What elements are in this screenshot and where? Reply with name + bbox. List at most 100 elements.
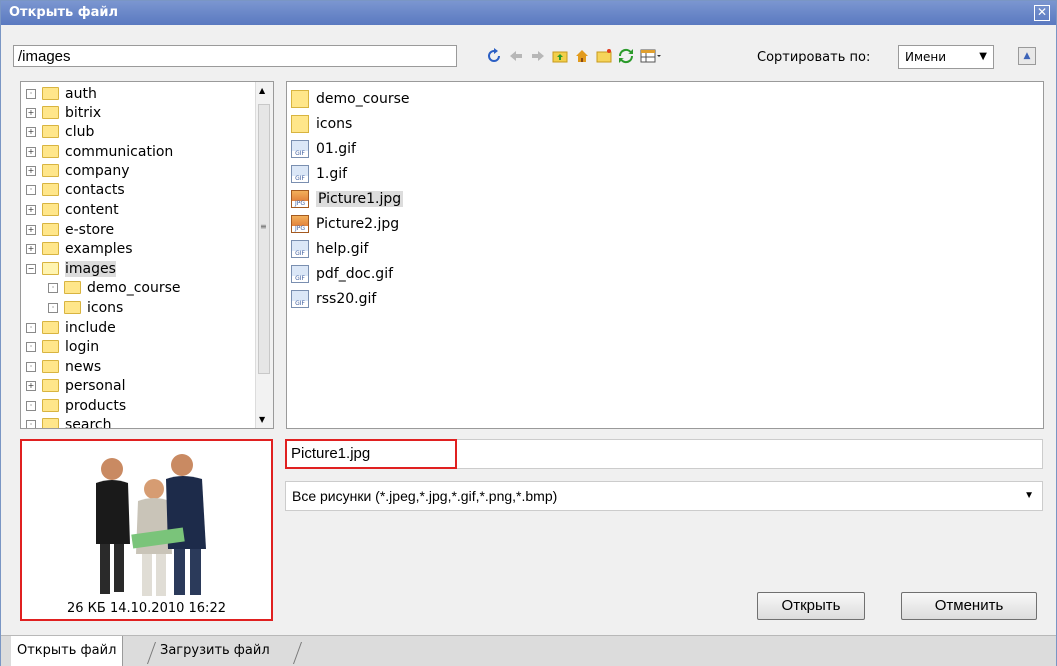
file-item-picture2-jpg[interactable]: JPG Picture2.jpg — [291, 213, 399, 235]
expand-icon[interactable]: + — [26, 204, 36, 215]
scroll-down-icon[interactable]: ▼ — [259, 415, 265, 424]
folder-icon — [42, 223, 59, 236]
file-item-picture1-jpg[interactable]: JPG Picture1.jpg — [291, 188, 404, 210]
image-preview: 26 КБ 14.10.2010 16:22 — [20, 439, 273, 621]
folder-icon — [42, 242, 59, 255]
expand-icon[interactable]: · — [26, 419, 36, 428]
home-icon[interactable] — [573, 47, 591, 65]
expand-icon[interactable]: · — [26, 361, 36, 372]
tree-item-contacts[interactable]: · contacts — [26, 180, 125, 199]
tree-item-communication[interactable]: + communication — [26, 142, 173, 161]
refresh-icon[interactable] — [485, 47, 503, 65]
expand-icon[interactable]: + — [26, 243, 36, 254]
folder-icon — [42, 106, 59, 119]
expand-icon[interactable]: + — [26, 224, 36, 235]
file-item-rss20-gif[interactable]: GIF rss20.gif — [291, 288, 376, 310]
tree-item-bitrix[interactable]: + bitrix — [26, 103, 101, 122]
tree-item-content[interactable]: + content — [26, 200, 119, 219]
folder-icon — [42, 379, 59, 392]
tree-scrollbar[interactable]: ▲ ≡ ▼ — [255, 82, 273, 428]
folder-icon — [64, 301, 81, 314]
folder-icon — [291, 90, 309, 108]
collapse-up-button[interactable]: ▲ — [1018, 47, 1036, 65]
collapse-icon[interactable]: − — [26, 263, 36, 274]
tree-item-login[interactable]: · login — [26, 337, 99, 356]
expand-icon[interactable]: + — [26, 107, 36, 118]
tree-item-examples[interactable]: + examples — [26, 239, 133, 258]
reload-icon[interactable] — [617, 47, 635, 65]
gif-file-icon: GIF — [291, 290, 309, 308]
view-mode-icon[interactable] — [639, 47, 663, 65]
open-button[interactable]: Открыть — [757, 592, 865, 620]
tree-item-e-store[interactable]: + e-store — [26, 220, 114, 239]
tree-item-products[interactable]: · products — [26, 396, 126, 415]
file-item-icons[interactable]: icons — [291, 113, 352, 135]
expand-icon[interactable]: · — [26, 322, 36, 333]
chevron-down-icon: ▼ — [1024, 490, 1034, 501]
expand-icon[interactable]: · — [26, 88, 36, 99]
tab-open-file[interactable]: Открыть файл — [11, 636, 124, 666]
expand-icon[interactable]: · — [26, 400, 36, 411]
folder-icon — [42, 87, 59, 100]
folder-icon — [42, 399, 59, 412]
jpg-file-icon: JPG — [291, 190, 309, 208]
back-icon[interactable] — [507, 47, 525, 65]
dialog-title: Открыть файл — [9, 5, 119, 20]
folder-tree: · auth + bitrix + club + communication + comp… — [20, 81, 274, 429]
tree-item-personal[interactable]: + personal — [26, 376, 125, 395]
gif-file-icon: GIF — [291, 165, 309, 183]
expand-icon[interactable]: · — [26, 184, 36, 195]
sort-select[interactable]: Имени ▼ — [898, 45, 994, 69]
tree-item-company[interactable]: + company — [26, 161, 130, 180]
expand-icon[interactable]: + — [26, 146, 36, 157]
file-type-value: Все рисунки (*.jpeg,*.jpg,*.gif,*.png,*.… — [292, 488, 558, 504]
gif-file-icon: GIF — [291, 240, 309, 258]
folder-icon — [42, 418, 59, 428]
filename-input[interactable]: Picture1.jpg — [285, 439, 457, 469]
folder-icon — [64, 281, 81, 294]
file-item-1-gif[interactable]: GIF 1.gif — [291, 163, 347, 185]
file-item-help-gif[interactable]: GIF help.gif — [291, 238, 368, 260]
folder-icon — [42, 321, 59, 334]
file-list: demo_course icons GIF 01.gif GIF 1.gif JPG… — [286, 81, 1044, 429]
gif-file-icon: GIF — [291, 140, 309, 158]
folder-icon — [42, 125, 59, 138]
expand-icon[interactable]: + — [26, 380, 36, 391]
dialog-tabs: Открыть файл Загрузить файл — [1, 635, 1056, 666]
folder-icon — [42, 183, 59, 196]
folder-icon — [291, 115, 309, 133]
folder-icon — [42, 145, 59, 158]
tab-divider — [292, 642, 303, 664]
folder-up-icon[interactable] — [551, 47, 569, 65]
path-input[interactable]: /images — [13, 45, 457, 67]
tree-item-auth[interactable]: · auth — [26, 84, 97, 103]
jpg-file-icon: JPG — [291, 215, 309, 233]
close-button[interactable]: ✕ — [1034, 5, 1050, 21]
file-item-pdf-doc-gif[interactable]: GIF pdf_doc.gif — [291, 263, 393, 285]
expand-icon[interactable]: · — [48, 282, 58, 293]
tree-item-include[interactable]: · include — [26, 318, 116, 337]
expand-icon[interactable]: · — [26, 341, 36, 352]
open-file-dialog: Открыть файл ✕ /images Сортировать по: И… — [0, 0, 1057, 666]
tree-item-images[interactable]: − images — [26, 259, 116, 278]
file-type-select[interactable]: Все рисунки (*.jpeg,*.jpg,*.gif,*.png,*.… — [285, 481, 1043, 511]
file-item-01-gif[interactable]: GIF 01.gif — [291, 138, 356, 160]
folder-icon — [42, 164, 59, 177]
cancel-button[interactable]: Отменить — [901, 592, 1037, 620]
tree-item-search[interactable]: · search — [26, 415, 112, 428]
scroll-up-icon[interactable]: ▲ — [259, 86, 265, 95]
tab-upload-file[interactable]: Загрузить файл — [154, 636, 276, 666]
tree-item-demo-course[interactable]: · demo_course — [48, 278, 181, 297]
tree-item-club[interactable]: + club — [26, 122, 94, 141]
chevron-down-icon: ▼ — [979, 51, 987, 62]
expand-icon[interactable]: + — [26, 126, 36, 137]
scroll-thumb[interactable] — [258, 104, 270, 374]
forward-icon[interactable] — [529, 47, 547, 65]
sort-label: Сортировать по: — [757, 50, 871, 65]
tree-item-icons[interactable]: · icons — [48, 298, 123, 317]
tree-item-news[interactable]: · news — [26, 357, 101, 376]
new-folder-icon[interactable] — [595, 47, 613, 65]
expand-icon[interactable]: · — [48, 302, 58, 313]
expand-icon[interactable]: + — [26, 165, 36, 176]
file-item-demo-course[interactable]: demo_course — [291, 88, 410, 110]
